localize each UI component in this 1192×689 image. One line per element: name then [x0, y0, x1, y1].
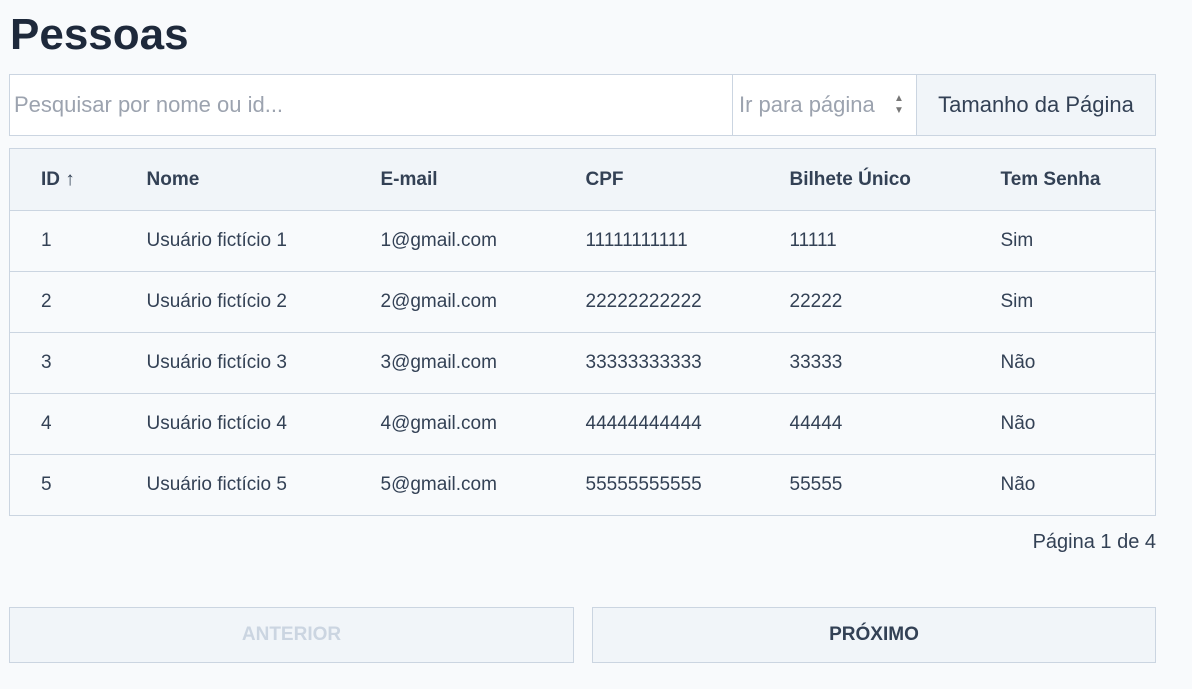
cell-name: Usuário fictício 5: [146, 454, 381, 516]
cell-bilhete: 33333: [789, 332, 1001, 394]
column-header-name[interactable]: Nome: [146, 148, 381, 211]
page-info: Página 1 de 4: [1032, 531, 1156, 553]
cell-tem-senha: Não: [1000, 393, 1156, 455]
cell-tem-senha: Sim: [1000, 271, 1156, 333]
cell-email: 2@gmail.com: [380, 271, 586, 333]
cell-email: 5@gmail.com: [380, 454, 586, 516]
column-header-bilhete[interactable]: Bilhete Único: [789, 148, 1001, 211]
cell-name: Usuário fictício 1: [146, 210, 381, 272]
cell-bilhete: 11111: [789, 210, 1001, 272]
go-to-page-input[interactable]: [733, 92, 891, 118]
table-row[interactable]: 1 Usuário fictício 1 1@gmail.com 1111111111…: [9, 210, 1156, 272]
go-to-page-field: ▲▼: [733, 75, 917, 135]
cell-tem-senha: Não: [1000, 332, 1156, 394]
number-spinner[interactable]: ▲ ▼: [891, 93, 907, 117]
table-header-row: ID ↑ Nome E-mail CPF Bilhete Único Tem Senha: [9, 148, 1156, 211]
cell-email: 3@gmail.com: [380, 332, 586, 394]
cell-email: 4@gmail.com: [380, 393, 586, 455]
search-input[interactable]: [10, 75, 733, 135]
cell-id: 2: [9, 271, 147, 333]
page-title: Pessoas: [10, 10, 189, 59]
cell-name: Usuário fictício 4: [146, 393, 381, 455]
cell-cpf: 22222222222: [585, 271, 790, 333]
cell-id: 5: [9, 454, 147, 516]
cell-id: 3: [9, 332, 147, 394]
cell-name: Usuário fictício 3: [146, 332, 381, 394]
spin-down-icon[interactable]: ▼: [894, 105, 904, 117]
spin-up-icon[interactable]: ▲: [894, 93, 904, 105]
people-table: ID ↑ Nome E-mail CPF Bilhete Único Tem Senha …: [9, 148, 1156, 516]
table-row[interactable]: 5 Usuário fictício 5 5@gmail.com 5555555555…: [9, 454, 1156, 516]
table-row[interactable]: 4 Usuário fictício 4 4@gmail.com 4444444444…: [9, 393, 1156, 455]
toolbar: ▲▼ Tamanho da Página: [9, 74, 1156, 136]
page-size-button[interactable]: Tamanho da Página: [917, 75, 1155, 135]
column-header-email[interactable]: E-mail: [380, 148, 586, 211]
cell-bilhete: 55555: [789, 454, 1001, 516]
cell-cpf: 11111111111: [585, 210, 790, 272]
cell-bilhete: 22222: [789, 271, 1001, 333]
next-button[interactable]: PRÓXIMO: [592, 607, 1156, 663]
cell-cpf: 33333333333: [585, 332, 790, 394]
cell-cpf: 55555555555: [585, 454, 790, 516]
cell-bilhete: 44444: [789, 393, 1001, 455]
column-header-id[interactable]: ID ↑: [9, 148, 147, 211]
cell-id: 4: [9, 393, 147, 455]
cell-email: 1@gmail.com: [380, 210, 586, 272]
table-row[interactable]: 2 Usuário fictício 2 2@gmail.com 2222222222…: [9, 271, 1156, 333]
cell-tem-senha: Não: [1000, 454, 1156, 516]
table-row[interactable]: 3 Usuário fictício 3 3@gmail.com 3333333333…: [9, 332, 1156, 394]
previous-button[interactable]: ANTERIOR: [9, 607, 574, 663]
cell-tem-senha: Sim: [1000, 210, 1156, 272]
cell-id: 1: [9, 210, 147, 272]
column-header-cpf[interactable]: CPF: [585, 148, 790, 211]
cell-cpf: 44444444444: [585, 393, 790, 455]
column-header-tem-senha[interactable]: Tem Senha: [1000, 148, 1156, 211]
cell-name: Usuário fictício 2: [146, 271, 381, 333]
